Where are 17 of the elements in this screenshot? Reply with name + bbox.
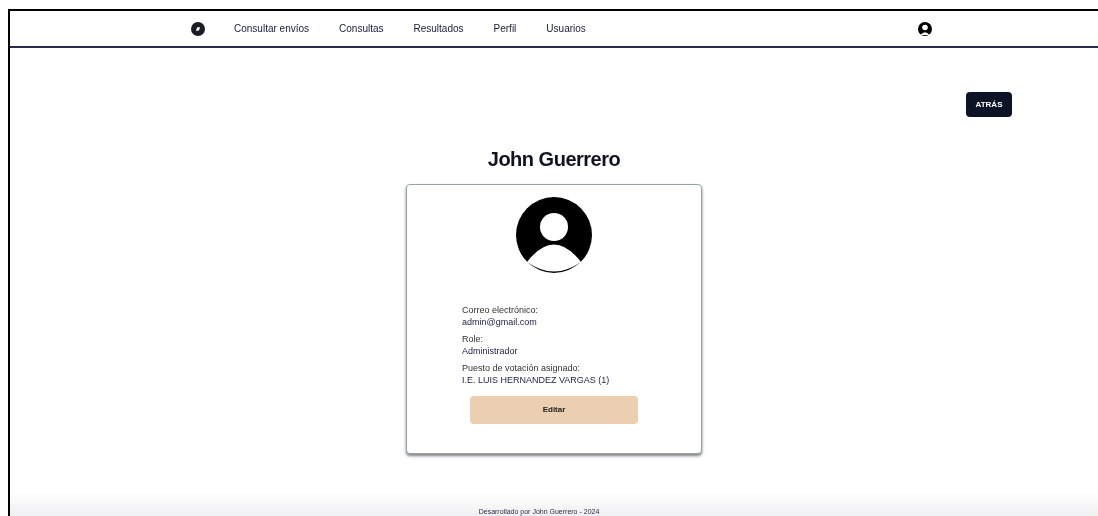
field-value: I.E. LUIS HERNANDEZ VARGAS (1) bbox=[462, 374, 610, 386]
nav-link[interactable]: Consultas bbox=[335, 21, 388, 36]
field-label: Role: bbox=[462, 333, 484, 345]
back-button[interactable]: ATRÁS bbox=[966, 92, 1012, 117]
field-value: admin@gmail.com bbox=[462, 316, 538, 328]
edit-button[interactable]: Editar bbox=[470, 396, 638, 424]
nav-link[interactable]: Consultar envíos bbox=[230, 21, 314, 36]
logo-icon[interactable] bbox=[191, 21, 205, 36]
avatar-icon bbox=[516, 197, 592, 273]
nav-link[interactable]: Resultados bbox=[409, 21, 468, 36]
field-value: Administrador bbox=[462, 345, 519, 357]
nav-link[interactable]: Usuarios bbox=[542, 21, 590, 36]
user-icon[interactable] bbox=[918, 21, 932, 36]
profile-name: John Guerrero bbox=[487, 147, 621, 172]
field-label: Correo electrónico: bbox=[462, 304, 540, 316]
field-label: Puesto de votación asignado: bbox=[462, 362, 582, 374]
nav-link[interactable]: Perfil bbox=[489, 21, 521, 36]
